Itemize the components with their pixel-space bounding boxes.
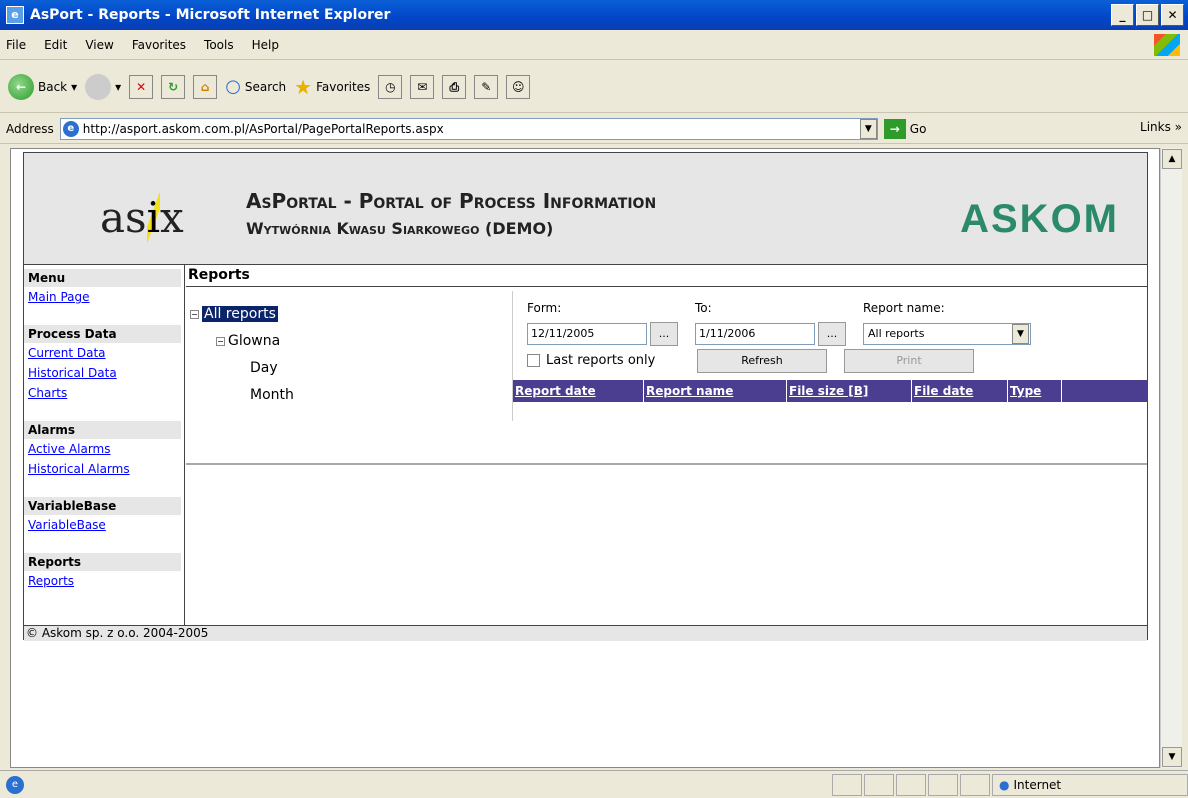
star-icon: ★: [294, 74, 313, 99]
sidebar-link-main-page[interactable]: Main Page: [24, 287, 184, 307]
tree-node-day[interactable]: Day: [190, 355, 294, 382]
home-icon[interactable]: ⌂: [193, 74, 218, 99]
links-button[interactable]: Links »: [1140, 120, 1182, 134]
maximize-button[interactable]: □: [1136, 4, 1159, 26]
title-bar: e AsPort - Reports - Microsoft Internet …: [0, 0, 1188, 30]
page-status-icon: e: [6, 775, 24, 794]
search-icon: ○: [225, 76, 241, 97]
asix-logo: asix: [100, 193, 184, 242]
sidebar-link-historical-data[interactable]: Historical Data: [24, 363, 184, 383]
window-title: AsPort - Reports - Microsoft Internet Ex…: [30, 7, 391, 23]
sidebar-link-reports[interactable]: Reports: [24, 571, 184, 591]
collapse-icon[interactable]: −: [190, 309, 199, 319]
sidebar-link-current-data[interactable]: Current Data: [24, 343, 184, 363]
footer: © Askom sp. z o.o. 2004-2005: [24, 625, 1147, 641]
chevron-down-icon: ▼: [1012, 324, 1029, 344]
main-content: Reports − All reports − Glowna Day Month F…: [186, 265, 1148, 625]
divider: [186, 463, 1147, 465]
address-dropdown-icon[interactable]: ▼: [859, 118, 877, 139]
sidebar-link-active-alarms[interactable]: Active Alarms: [24, 439, 184, 459]
sidebar-heading-alarms: Alarms: [24, 421, 181, 439]
tree-node-all-reports[interactable]: − All reports: [190, 301, 294, 328]
sidebar-link-charts[interactable]: Charts: [24, 383, 184, 403]
menu-bar: File Edit View Favorites Tools Help: [0, 30, 1188, 60]
menu-view[interactable]: View: [85, 38, 113, 52]
page-title: Reports: [186, 265, 1147, 287]
menu-edit[interactable]: Edit: [44, 38, 67, 52]
minimize-button[interactable]: _: [1111, 4, 1134, 26]
close-button[interactable]: ✕: [1161, 4, 1184, 26]
windows-logo-icon: [1154, 34, 1180, 56]
portal-subtitle: Wytwórnia Kwasu Siarkowego (DEMO): [246, 219, 554, 238]
sidebar-link-historical-alarms[interactable]: Historical Alarms: [24, 459, 184, 479]
portal-frame: asix AsPortal - Portal of Process Inform…: [23, 152, 1148, 641]
sidebar-menu-heading: Menu: [24, 269, 181, 287]
report-name-label: Report name:: [863, 301, 945, 315]
mail-icon[interactable]: ✉: [410, 74, 435, 99]
to-date-picker-button[interactable]: ...: [818, 322, 846, 346]
checkbox-icon: [527, 354, 540, 367]
messenger-icon[interactable]: ☺: [506, 74, 531, 99]
stop-icon[interactable]: ✕: [129, 74, 154, 99]
go-button[interactable]: → Go: [883, 118, 926, 139]
last-reports-only-checkbox[interactable]: Last reports only: [527, 353, 655, 368]
forward-button[interactable]: ▾: [85, 73, 121, 100]
askom-logo: ASKOM: [960, 197, 1119, 241]
forward-arrow-icon: [85, 73, 112, 100]
collapse-icon[interactable]: −: [216, 336, 225, 346]
go-arrow-icon: →: [883, 118, 906, 139]
portal-title: AsPortal - Portal of Process Information: [246, 189, 657, 213]
scroll-down-icon[interactable]: ▼: [1162, 747, 1182, 767]
col-type[interactable]: Type: [1008, 380, 1062, 402]
security-zone: ● Internet: [992, 773, 1188, 796]
back-arrow-icon: ←: [8, 73, 34, 100]
sidebar: Menu Main Page Process Data Current Data…: [24, 265, 185, 625]
sidebar-heading-variablebase: VariableBase: [24, 497, 181, 515]
sidebar-link-variablebase[interactable]: VariableBase: [24, 515, 184, 535]
col-file-date[interactable]: File date: [912, 380, 1008, 402]
globe-icon: ●: [999, 777, 1010, 792]
page-icon: e: [62, 120, 79, 137]
to-label: To:: [695, 301, 712, 315]
history-icon[interactable]: ◷: [378, 74, 403, 99]
edit-icon[interactable]: ✎: [474, 74, 499, 99]
tree-node-glowna[interactable]: − Glowna: [190, 328, 294, 355]
menu-file[interactable]: File: [6, 38, 26, 52]
address-label: Address: [6, 121, 54, 136]
col-file-size[interactable]: File size [B]: [787, 380, 912, 402]
search-button[interactable]: ○ Search: [225, 76, 286, 97]
col-report-date[interactable]: Report date: [513, 380, 644, 402]
print-button[interactable]: Print: [844, 349, 974, 373]
ie-icon: e: [6, 6, 24, 24]
scroll-up-icon[interactable]: ▲: [1162, 149, 1182, 169]
sidebar-heading-reports: Reports: [24, 553, 181, 571]
menu-favorites[interactable]: Favorites: [132, 38, 186, 52]
tree-node-month[interactable]: Month: [190, 382, 294, 409]
back-button[interactable]: ← Back ▾: [8, 73, 77, 100]
menu-tools[interactable]: Tools: [204, 38, 234, 52]
portal-header: asix AsPortal - Portal of Process Inform…: [24, 153, 1147, 265]
favorites-button[interactable]: ★ Favorites: [294, 75, 370, 99]
report-tree: − All reports − Glowna Day Month: [190, 301, 294, 409]
col-report-name[interactable]: Report name: [644, 380, 787, 402]
from-date-input[interactable]: 12/11/2005: [527, 323, 647, 345]
toolbar: ← Back ▾ ▾ ✕ ↻ ⌂ ○ Search ★ Favorites ◷ ✉ ⎙…: [0, 61, 1188, 113]
to-date-input[interactable]: 1/11/2006: [695, 323, 815, 345]
sidebar-heading-process-data: Process Data: [24, 325, 181, 343]
status-bar: e ● Internet: [0, 770, 1188, 798]
refresh-icon[interactable]: ↻: [161, 74, 186, 99]
address-input[interactable]: e http://asport.askom.com.pl/AsPortal/Pa…: [59, 117, 878, 140]
report-name-select[interactable]: All reports ▼: [863, 323, 1031, 345]
print-icon[interactable]: ⎙: [442, 74, 467, 99]
refresh-button[interactable]: Refresh: [697, 349, 827, 373]
from-label: Form:: [527, 301, 562, 315]
vertical-scrollbar[interactable]: ▲ ▼: [1160, 148, 1182, 768]
from-date-picker-button[interactable]: ...: [650, 322, 678, 346]
address-bar: Address e http://asport.askom.com.pl/AsP…: [0, 114, 1188, 144]
menu-help[interactable]: Help: [252, 38, 279, 52]
report-filter-panel: Form: To: Report name: 12/11/2005 ... 1/…: [512, 291, 1148, 421]
reports-table-header: Report date Report name File size [B] Fi…: [513, 380, 1148, 402]
